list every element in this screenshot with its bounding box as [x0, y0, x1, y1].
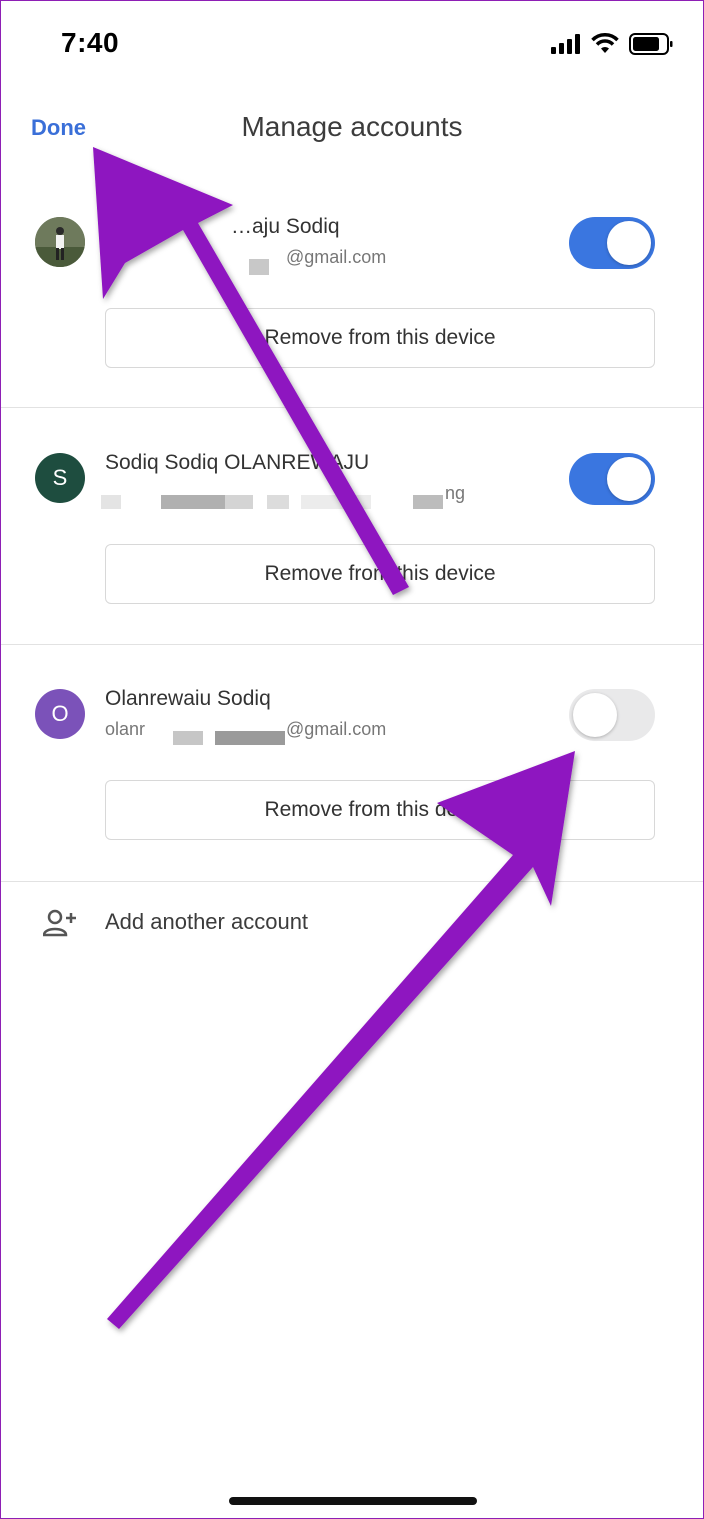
- toggle-knob: [573, 693, 617, 737]
- account-email-suffix: @gmail.com: [286, 719, 387, 739]
- redacted-email: [215, 731, 285, 745]
- remove-account-button[interactable]: Remove from this device: [105, 544, 655, 604]
- avatar[interactable]: O: [35, 689, 85, 739]
- account-name: Olanrewaiu Sodiq: [105, 687, 271, 710]
- wifi-icon: [591, 33, 619, 53]
- cellular-signal-icon: [551, 34, 580, 54]
- avatar-letter: S: [52, 465, 68, 490]
- account-toggle[interactable]: [569, 217, 655, 269]
- account-name: …aju Sodiq: [231, 215, 340, 238]
- redacted-email: [225, 495, 253, 509]
- account-email: olanr: [105, 719, 146, 739]
- battery-icon: [629, 33, 673, 55]
- status-icons: [551, 33, 673, 55]
- page-title: Manage accounts: [241, 111, 463, 142]
- add-account-label: Add another account: [105, 909, 309, 934]
- redacted-email: [249, 259, 269, 275]
- avatar-letter: O: [51, 701, 69, 726]
- avatar[interactable]: S: [35, 453, 85, 503]
- redacted-email: [101, 495, 121, 509]
- toggle-knob: [607, 457, 651, 501]
- account-name: Sodiq Sodiq OLANREWAJU: [105, 451, 370, 474]
- toggle-knob: [607, 221, 651, 265]
- remove-account-button[interactable]: Remove from this device: [105, 780, 655, 840]
- divider: [1, 407, 703, 408]
- account-email: @gmail.com: [286, 247, 387, 267]
- account-email: ng: [445, 483, 466, 503]
- status-bar: 7:40: [1, 1, 703, 89]
- add-person-icon: [43, 909, 76, 937]
- redacted-email: [301, 495, 371, 509]
- divider: [1, 644, 703, 645]
- add-account-button[interactable]: Add another account: [1, 897, 703, 953]
- profile-photo-icon: [35, 217, 85, 267]
- remove-account-button[interactable]: Remove from this device: [105, 308, 655, 368]
- account-toggle[interactable]: [569, 689, 655, 741]
- account-toggle[interactable]: [569, 453, 655, 505]
- done-button[interactable]: Done: [31, 115, 86, 141]
- phone-screen: 7:40 Manage accounts Done …aju Sodiq @gm…: [0, 0, 704, 1519]
- avatar[interactable]: [35, 217, 85, 267]
- redacted-email: [267, 495, 289, 509]
- divider: [1, 881, 703, 882]
- status-time: 7:40: [61, 27, 120, 58]
- redacted-email: [173, 731, 203, 745]
- redacted-email: [413, 495, 443, 509]
- home-indicator: [229, 1497, 477, 1505]
- redacted-email: [161, 495, 225, 509]
- header: Manage accounts Done: [1, 101, 703, 157]
